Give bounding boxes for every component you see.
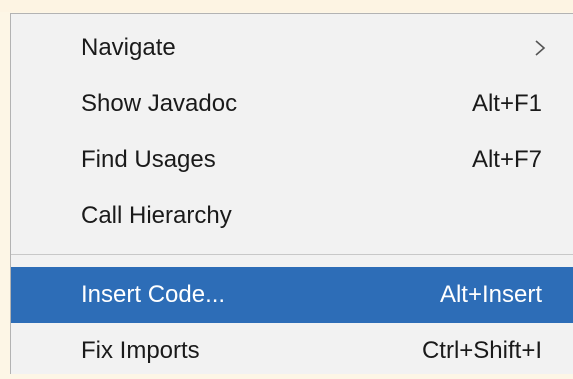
chevron-right-icon — [535, 40, 546, 56]
window-background-strip — [0, 0, 573, 12]
menu-item-label: Insert Code... — [81, 281, 226, 308]
menu-item-find-usages[interactable]: Find Usages Alt+F7 — [11, 132, 573, 188]
menu-item-label: Show Javadoc — [81, 90, 238, 117]
menu-item-insert-code[interactable]: Insert Code... Alt+Insert — [11, 267, 573, 323]
menu-item-label: Call Hierarchy — [81, 202, 232, 229]
menu-item-call-hierarchy[interactable]: Call Hierarchy — [11, 188, 573, 244]
menu-item-shortcut: Ctrl+Shift+I — [421, 337, 542, 364]
menu-item-shortcut: Alt+F1 — [471, 90, 542, 117]
menu-item-show-javadoc[interactable]: Show Javadoc Alt+F1 — [11, 76, 573, 132]
menu-item-label: Find Usages — [81, 146, 216, 173]
menu-item-navigate[interactable]: Navigate — [11, 20, 573, 76]
menu-separator — [11, 254, 573, 255]
menu-item-shortcut: Alt+F7 — [471, 146, 542, 173]
menu-item-shortcut: Alt+Insert — [439, 281, 542, 308]
context-menu: Navigate Show Javadoc Alt+F1 Find Usages… — [10, 13, 573, 374]
menu-item-label: Fix Imports — [81, 337, 200, 364]
menu-item-fix-imports[interactable]: Fix Imports Ctrl+Shift+I — [11, 323, 573, 379]
menu-item-label: Navigate — [81, 34, 176, 61]
